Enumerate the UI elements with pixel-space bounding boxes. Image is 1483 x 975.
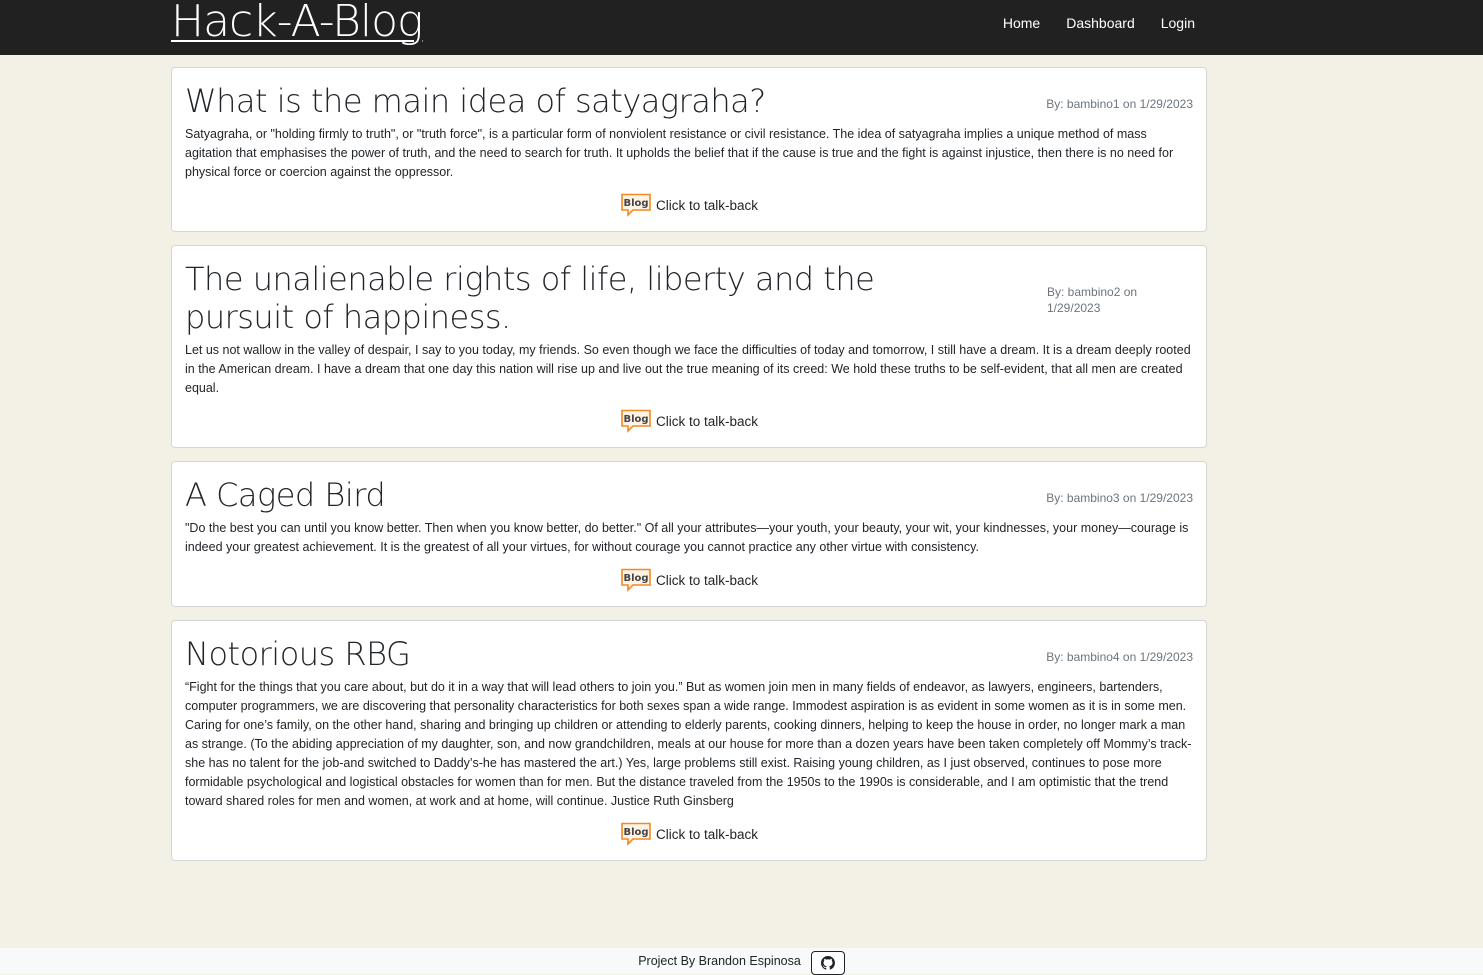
- nav-dashboard-link[interactable]: Dashboard: [1066, 15, 1135, 31]
- svg-text:Blog: Blog: [623, 414, 648, 425]
- github-button[interactable]: [810, 951, 845, 975]
- talkback-link[interactable]: Blog Click to talk-back: [185, 409, 1193, 433]
- navbar: Hack-A-Blog Home Dashboard Login: [0, 0, 1483, 55]
- post-body: Let us not wallow in the valley of despa…: [185, 343, 1191, 395]
- post-byline: By: bambino4 on 1/29/2023: [1046, 650, 1193, 664]
- talkback-label: Click to talk-back: [655, 413, 759, 429]
- nav-login-link[interactable]: Login: [1161, 15, 1195, 31]
- post-body: “Fight for the things that you care abou…: [185, 680, 1192, 808]
- svg-text:Blog: Blog: [623, 573, 648, 584]
- nav-home-link[interactable]: Home: [1003, 15, 1040, 31]
- post-list: What is the main idea of satyagraha? By:…: [171, 67, 1207, 874]
- talkback-link[interactable]: Blog Click to talk-back: [185, 822, 1193, 846]
- post-header: A Caged Bird By: bambino3 on 1/29/2023: [185, 476, 1193, 514]
- post-byline: By: bambino1 on 1/29/2023: [1046, 97, 1193, 111]
- talkback-link[interactable]: Blog Click to talk-back: [185, 568, 1193, 592]
- talkback-link[interactable]: Blog Click to talk-back: [185, 193, 1193, 217]
- post-header: Notorious RBG By: bambino4 on 1/29/2023: [185, 635, 1193, 673]
- post-card: What is the main idea of satyagraha? By:…: [171, 67, 1207, 232]
- talkback-label: Click to talk-back: [655, 197, 759, 213]
- svg-text:Blog: Blog: [623, 198, 648, 209]
- blog-speech-bubble-icon: Blog: [621, 568, 651, 592]
- brand-link[interactable]: Hack-A-Blog: [171, 0, 423, 50]
- footer-credit: Project By Brandon Espinosa: [638, 954, 801, 968]
- nav-links: Home Dashboard Login: [1003, 0, 1195, 45]
- talkback-label: Click to talk-back: [655, 572, 759, 588]
- blog-speech-bubble-icon: Blog: [621, 822, 651, 846]
- post-title: The unalienable rights of life, liberty …: [185, 260, 875, 336]
- post-byline: By: bambino2 on 1/29/2023: [1047, 285, 1138, 315]
- post-card: The unalienable rights of life, liberty …: [171, 245, 1207, 448]
- post-card: A Caged Bird By: bambino3 on 1/29/2023 "…: [171, 461, 1207, 607]
- post-title: A Caged Bird: [185, 476, 386, 514]
- blog-speech-bubble-icon: Blog: [621, 193, 651, 217]
- post-title: Notorious RBG: [185, 635, 411, 673]
- post-body: "Do the best you can until you know bett…: [185, 521, 1189, 554]
- post-byline: By: bambino3 on 1/29/2023: [1046, 491, 1193, 505]
- post-header: What is the main idea of satyagraha? By:…: [185, 82, 1193, 120]
- footer: Project By Brandon Espinosa: [0, 948, 1483, 975]
- post-header: The unalienable rights of life, liberty …: [185, 260, 1193, 336]
- svg-text:Blog: Blog: [623, 827, 648, 838]
- github-icon: [820, 956, 835, 970]
- talkback-label: Click to talk-back: [655, 826, 759, 842]
- post-card: Notorious RBG By: bambino4 on 1/29/2023 …: [171, 620, 1207, 861]
- post-title: What is the main idea of satyagraha?: [185, 82, 766, 120]
- blog-speech-bubble-icon: Blog: [621, 409, 651, 433]
- post-body: Satyagraha, or "holding firmly to truth"…: [185, 127, 1174, 179]
